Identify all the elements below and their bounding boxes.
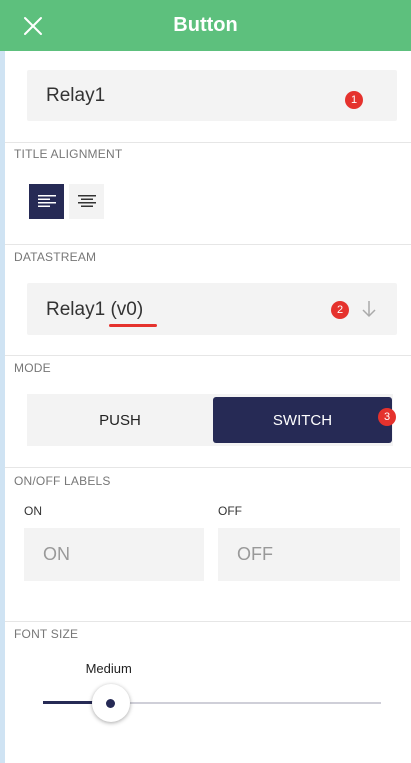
font-size-label: FONT SIZE (14, 627, 79, 641)
title-alignment-label: TITLE ALIGNMENT (14, 147, 123, 161)
off-label-caption: OFF (218, 504, 242, 518)
left-edge-strip (0, 51, 5, 763)
datastream-name: Relay1 (v0) (46, 299, 143, 321)
divider (5, 467, 411, 468)
datastream-label: DATASTREAM (14, 250, 97, 264)
align-center-icon (77, 194, 96, 207)
on-label-caption: ON (24, 504, 42, 518)
divider (5, 621, 411, 622)
annotation-underline (109, 324, 157, 327)
mode-switch-button[interactable]: SWITCH (213, 397, 392, 443)
widget-name-value: Relay1 (46, 85, 106, 106)
mode-push-button[interactable]: PUSH (27, 394, 213, 446)
font-size-value-label: Medium (85, 661, 132, 676)
datastream-name-text: Relay1 (46, 299, 106, 320)
onoff-labels-label: ON/OFF LABELS (14, 474, 111, 488)
slider-thumb-dot (106, 698, 116, 708)
header-bar: Button (0, 0, 411, 51)
divider (5, 244, 411, 245)
annotation-badge-3: 3 (378, 408, 396, 426)
page-title: Button (173, 14, 238, 36)
annotation-badge-2: 2 (331, 301, 349, 319)
align-left-button[interactable] (29, 184, 64, 219)
font-size-slider-thumb[interactable] (91, 684, 130, 722)
off-label-input[interactable] (218, 528, 400, 581)
arrow-down-icon[interactable] (359, 299, 379, 319)
divider (5, 355, 411, 356)
align-left-icon (37, 194, 56, 207)
close-icon[interactable] (22, 15, 44, 37)
annotation-badge-1: 1 (345, 91, 363, 109)
align-center-button[interactable] (69, 184, 104, 219)
datastream-pin: (v0) (110, 299, 144, 320)
divider (5, 142, 411, 143)
mode-label: MODE (14, 361, 51, 375)
on-label-input[interactable] (24, 528, 204, 581)
